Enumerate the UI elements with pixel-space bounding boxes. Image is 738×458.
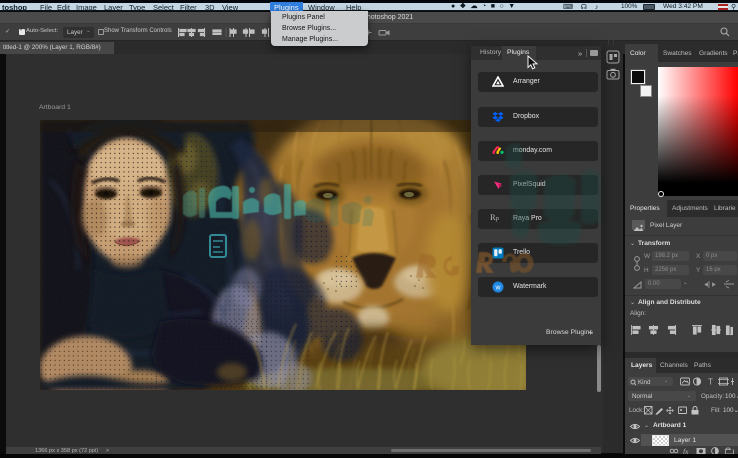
svg-text:T: T xyxy=(708,378,713,387)
svg-text:w: w xyxy=(494,285,501,292)
